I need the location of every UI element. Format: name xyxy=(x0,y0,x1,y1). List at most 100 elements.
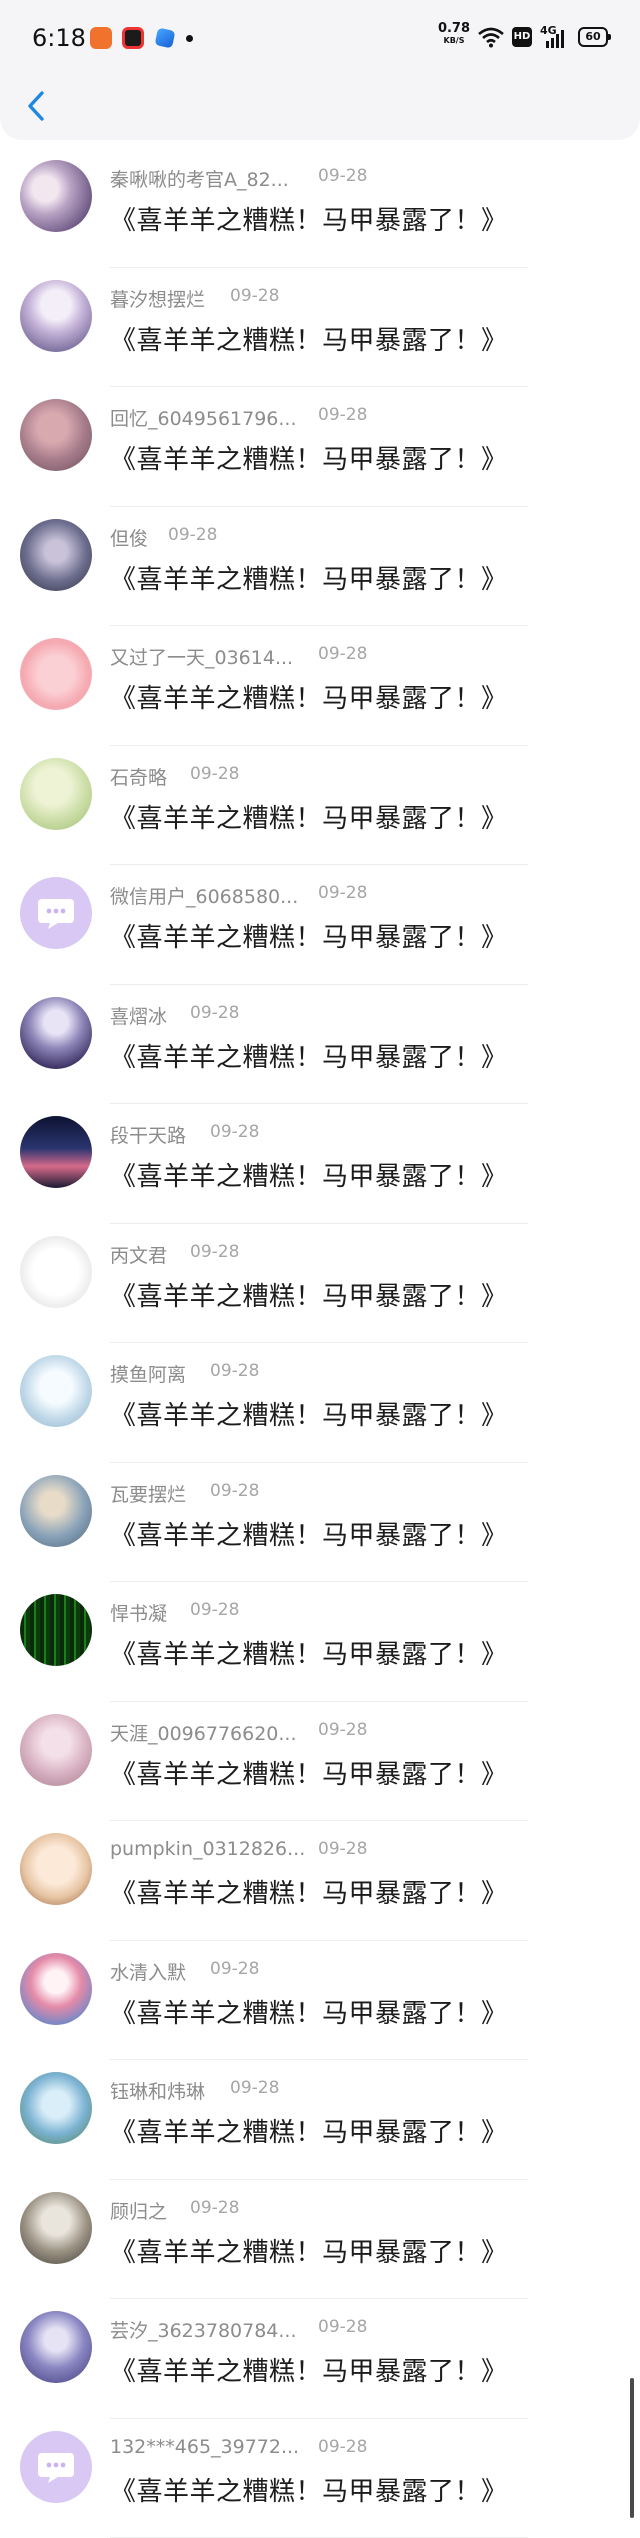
avatar[interactable] xyxy=(20,1953,92,2025)
avatar[interactable] xyxy=(20,1594,92,1666)
avatar[interactable] xyxy=(20,997,92,1069)
avatar[interactable] xyxy=(20,1833,92,1905)
user-name[interactable]: 瓦要摆烂 xyxy=(110,1480,186,1507)
book-title[interactable]: 《喜羊羊之糟糕！马甲暴露了！》 xyxy=(110,1873,508,1910)
book-title[interactable]: 《喜羊羊之糟糕！马甲暴露了！》 xyxy=(110,320,508,357)
comment-row[interactable]: 喜熠冰 09-28 《喜羊羊之糟糕！马甲暴露了！》 xyxy=(0,985,640,1105)
avatar[interactable] xyxy=(20,2072,92,2144)
book-title[interactable]: 《喜羊羊之糟糕！马甲暴露了！》 xyxy=(110,917,508,954)
book-title[interactable]: 《喜羊羊之糟糕！马甲暴露了！》 xyxy=(110,1395,508,1432)
comment-date: 09-28 xyxy=(190,1003,239,1023)
user-name[interactable]: 丙文君 xyxy=(110,1241,167,1268)
comment-row[interactable]: 天涯_0096776620... 09-28 《喜羊羊之糟糕！马甲暴露了！》 xyxy=(0,1702,640,1822)
comment-row[interactable]: 水清入默 09-28 《喜羊羊之糟糕！马甲暴露了！》 xyxy=(0,1941,640,2061)
comment-row[interactable]: 秦啾啾的考官A_82...09-28《喜羊羊之糟糕！马甲暴露了！》 xyxy=(0,148,640,268)
comment-row[interactable]: 芸汐_3623780784...09-28《喜羊羊之糟糕！马甲暴露了！》 xyxy=(0,2299,640,2419)
user-name[interactable]: 水清入默 xyxy=(110,1958,186,1985)
avatar[interactable] xyxy=(20,1714,92,1786)
book-title[interactable]: 《喜羊羊之糟糕！马甲暴露了！》 xyxy=(110,1156,508,1193)
comment-date: 09-28 xyxy=(230,286,279,306)
back-button[interactable] xyxy=(16,84,56,128)
network-speed-value: 0.78 xyxy=(435,23,473,35)
comment-list: 秦啾啾的考官A_82...09-28《喜羊羊之糟糕！马甲暴露了！》暮汐想摆烂09… xyxy=(0,148,640,2538)
default-avatar[interactable] xyxy=(20,877,92,949)
book-title[interactable]: 《喜羊羊之糟糕！马甲暴露了！》 xyxy=(110,2471,508,2508)
avatar[interactable] xyxy=(20,1475,92,1547)
default-avatar[interactable] xyxy=(20,2431,92,2503)
avatar[interactable] xyxy=(20,1355,92,1427)
book-title[interactable]: 《喜羊羊之糟糕！马甲暴露了！》 xyxy=(110,2112,508,2149)
comment-row[interactable]: 顾归之 09-28 《喜羊羊之糟糕！马甲暴露了！》 xyxy=(0,2180,640,2300)
comment-row[interactable]: 丙文君 09-28 《喜羊羊之糟糕！马甲暴露了！》 xyxy=(0,1224,640,1344)
top-bar xyxy=(0,72,640,140)
comment-row[interactable]: 瓦要摆烂09-28《喜羊羊之糟糕！马甲暴露了！》 xyxy=(0,1463,640,1583)
scrollbar[interactable] xyxy=(630,2378,634,2518)
book-title[interactable]: 《喜羊羊之糟糕！马甲暴露了！》 xyxy=(110,439,508,476)
book-title[interactable]: 《喜羊羊之糟糕！马甲暴露了！》 xyxy=(110,1037,508,1074)
book-title[interactable]: 《喜羊羊之糟糕！马甲暴露了！》 xyxy=(110,678,508,715)
user-name[interactable]: 微信用户_6068580... xyxy=(110,882,298,909)
user-name[interactable]: 又过了一天_03614... xyxy=(110,643,293,670)
avatar[interactable] xyxy=(20,758,92,830)
book-title[interactable]: 《喜羊羊之糟糕！马甲暴露了！》 xyxy=(110,1754,508,1791)
user-name[interactable]: 暮汐想摆烂 xyxy=(110,285,205,312)
comment-date: 09-28 xyxy=(318,405,367,425)
user-name[interactable]: 石奇略 xyxy=(110,763,167,790)
book-title[interactable]: 《喜羊羊之糟糕！马甲暴露了！》 xyxy=(110,2232,508,2269)
comment-row[interactable]: 段干天路09-28《喜羊羊之糟糕！马甲暴露了！》 xyxy=(0,1104,640,1224)
user-name[interactable]: 132***465_39772... xyxy=(110,2436,299,2458)
book-title[interactable]: 《喜羊羊之糟糕！马甲暴露了！》 xyxy=(110,798,508,835)
avatar[interactable] xyxy=(20,2311,92,2383)
user-name[interactable]: 芸汐_3623780784... xyxy=(110,2316,297,2343)
status-time: 6:18 xyxy=(32,24,86,52)
comment-row[interactable]: 回忆_6049561796... 09-28 《喜羊羊之糟糕！马甲暴露了！》 xyxy=(0,387,640,507)
user-name[interactable]: 天涯_0096776620... xyxy=(110,1719,297,1746)
app-notification-icon xyxy=(155,28,176,49)
user-name[interactable]: 段干天路 xyxy=(110,1121,186,1148)
comment-row[interactable]: 132***465_39772...09-28《喜羊羊之糟糕！马甲暴露了！》 xyxy=(0,2419,640,2538)
comment-date: 09-28 xyxy=(318,1720,367,1740)
avatar[interactable] xyxy=(20,280,92,352)
comment-row[interactable]: pumpkin_0312826...09-28《喜羊羊之糟糕！马甲暴露了！》 xyxy=(0,1821,640,1941)
user-name[interactable]: 顾归之 xyxy=(110,2197,167,2224)
comment-row[interactable]: 石奇略 09-28 《喜羊羊之糟糕！马甲暴露了！》 xyxy=(0,746,640,866)
avatar[interactable] xyxy=(20,160,92,232)
book-title[interactable]: 《喜羊羊之糟糕！马甲暴露了！》 xyxy=(110,1993,508,2030)
avatar[interactable] xyxy=(20,519,92,591)
user-name[interactable]: 回忆_6049561796... xyxy=(110,404,297,431)
user-name[interactable]: pumpkin_0312826... xyxy=(110,1838,305,1860)
user-name[interactable]: 喜熠冰 xyxy=(110,1002,167,1029)
comment-row[interactable]: 又过了一天_03614...09-28《喜羊羊之糟糕！马甲暴露了！》 xyxy=(0,626,640,746)
avatar[interactable] xyxy=(20,399,92,471)
user-name[interactable]: 但俊 xyxy=(110,524,148,551)
chat-bubble-icon xyxy=(36,2449,76,2485)
book-title[interactable]: 《喜羊羊之糟糕！马甲暴露了！》 xyxy=(110,1276,508,1313)
comment-row[interactable]: 钰琳和炜琳 09-28 《喜羊羊之糟糕！马甲暴露了！》 xyxy=(0,2060,640,2180)
book-title[interactable]: 《喜羊羊之糟糕！马甲暴露了！》 xyxy=(110,200,508,237)
user-name[interactable]: 悍书凝 xyxy=(110,1599,167,1626)
comment-row[interactable]: 摸鱼阿离09-28《喜羊羊之糟糕！马甲暴露了！》 xyxy=(0,1343,640,1463)
comment-date: 09-28 xyxy=(190,1242,239,1262)
avatar[interactable] xyxy=(20,638,92,710)
comment-date: 09-28 xyxy=(210,1959,259,1979)
comment-row[interactable]: 暮汐想摆烂 09-28 《喜羊羊之糟糕！马甲暴露了！》 xyxy=(0,268,640,388)
user-name[interactable]: 秦啾啾的考官A_82... xyxy=(110,165,289,192)
book-title[interactable]: 《喜羊羊之糟糕！马甲暴露了！》 xyxy=(110,559,508,596)
book-title[interactable]: 《喜羊羊之糟糕！马甲暴露了！》 xyxy=(110,1515,508,1552)
comment-row[interactable]: 但俊09-28《喜羊羊之糟糕！马甲暴露了！》 xyxy=(0,507,640,627)
hd-voice-badge: HD xyxy=(512,27,532,47)
comment-date: 09-28 xyxy=(190,764,239,784)
comment-row[interactable]: 微信用户_6068580...09-28《喜羊羊之糟糕！马甲暴露了！》 xyxy=(0,865,640,985)
book-title[interactable]: 《喜羊羊之糟糕！马甲暴露了！》 xyxy=(110,2351,508,2388)
avatar[interactable] xyxy=(20,1116,92,1188)
user-name[interactable]: 钰琳和炜琳 xyxy=(110,2077,205,2104)
more-notifications-icon xyxy=(186,35,193,42)
book-title[interactable]: 《喜羊羊之糟糕！马甲暴露了！》 xyxy=(110,1634,508,1671)
avatar[interactable] xyxy=(20,2192,92,2264)
comment-date: 09-28 xyxy=(190,1600,239,1620)
comment-row[interactable]: 悍书凝 09-28 《喜羊羊之糟糕！马甲暴露了！》 xyxy=(0,1582,640,1702)
user-name[interactable]: 摸鱼阿离 xyxy=(110,1360,186,1387)
comment-date: 09-28 xyxy=(230,2078,279,2098)
avatar[interactable] xyxy=(20,1236,92,1308)
comment-date: 09-28 xyxy=(190,2198,239,2218)
